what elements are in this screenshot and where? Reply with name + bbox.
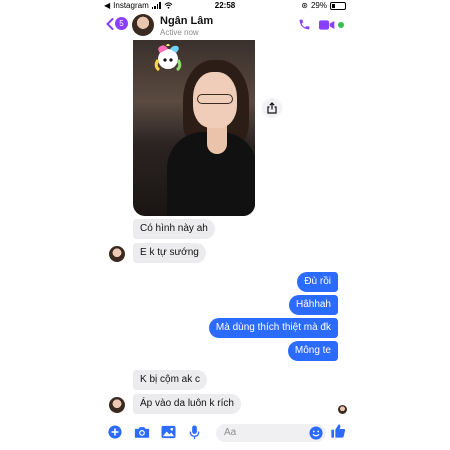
- video-call-icon[interactable]: [319, 19, 335, 31]
- message-incoming[interactable]: K bị cộm ak c: [133, 370, 208, 390]
- chat-header: 5 Ngân Lâm Active now: [100, 11, 350, 39]
- microphone-icon[interactable]: [189, 425, 200, 440]
- messenger-screen: ◀ Instagram 22:58 ⊛ 29% 5 Ngân Lâm Activ…: [100, 0, 350, 450]
- back-button[interactable]: 5: [106, 17, 128, 30]
- message-incoming[interactable]: E k tự sướng: [133, 243, 206, 263]
- share-icon: [267, 102, 277, 114]
- message-incoming[interactable]: Có hình này ah: [133, 219, 215, 239]
- presence-status: Active now: [160, 28, 199, 37]
- message-input-placeholder: Aa: [224, 427, 237, 438]
- orientation-lock-icon: ⊛: [301, 1, 308, 10]
- battery-percent: 29%: [310, 1, 327, 10]
- unicorn-sticker-icon: [154, 44, 182, 72]
- contact-name[interactable]: Ngân Lâm: [160, 15, 213, 27]
- message-input[interactable]: Aa: [216, 424, 326, 442]
- emoji-icon[interactable]: [309, 426, 323, 440]
- shared-photo[interactable]: [133, 40, 255, 216]
- share-button[interactable]: [262, 98, 282, 118]
- message-outgoing[interactable]: Đù rồi: [297, 272, 338, 292]
- back-chevron-icon: [106, 17, 114, 30]
- status-right: ⊛ 29%: [301, 1, 346, 10]
- sender-avatar[interactable]: [109, 397, 125, 413]
- status-bar: ◀ Instagram 22:58 ⊛ 29%: [100, 0, 350, 11]
- photo-glasses: [197, 94, 233, 104]
- message-incoming[interactable]: Áp vào da luôn k rích: [133, 394, 241, 414]
- photo-neck: [207, 124, 227, 154]
- message-outgoing[interactable]: Mà dùng thích thiệt mà đk: [208, 318, 338, 338]
- camera-icon[interactable]: [134, 425, 150, 439]
- gallery-icon[interactable]: [161, 425, 176, 439]
- message-outgoing[interactable]: Mông te: [287, 341, 338, 361]
- seen-receipt-avatar: [338, 405, 347, 414]
- sender-avatar[interactable]: [109, 246, 125, 262]
- unread-badge: 5: [115, 17, 128, 30]
- message-outgoing[interactable]: Hâhhah: [288, 295, 338, 315]
- contact-avatar[interactable]: [132, 14, 154, 36]
- header-actions: [298, 18, 344, 31]
- message-composer: Aa: [100, 420, 350, 446]
- like-thumb-icon[interactable]: [330, 423, 346, 439]
- phone-icon[interactable]: [298, 18, 311, 31]
- battery-icon: [330, 1, 346, 10]
- plus-icon[interactable]: [108, 425, 122, 439]
- active-status-dot: [338, 21, 344, 28]
